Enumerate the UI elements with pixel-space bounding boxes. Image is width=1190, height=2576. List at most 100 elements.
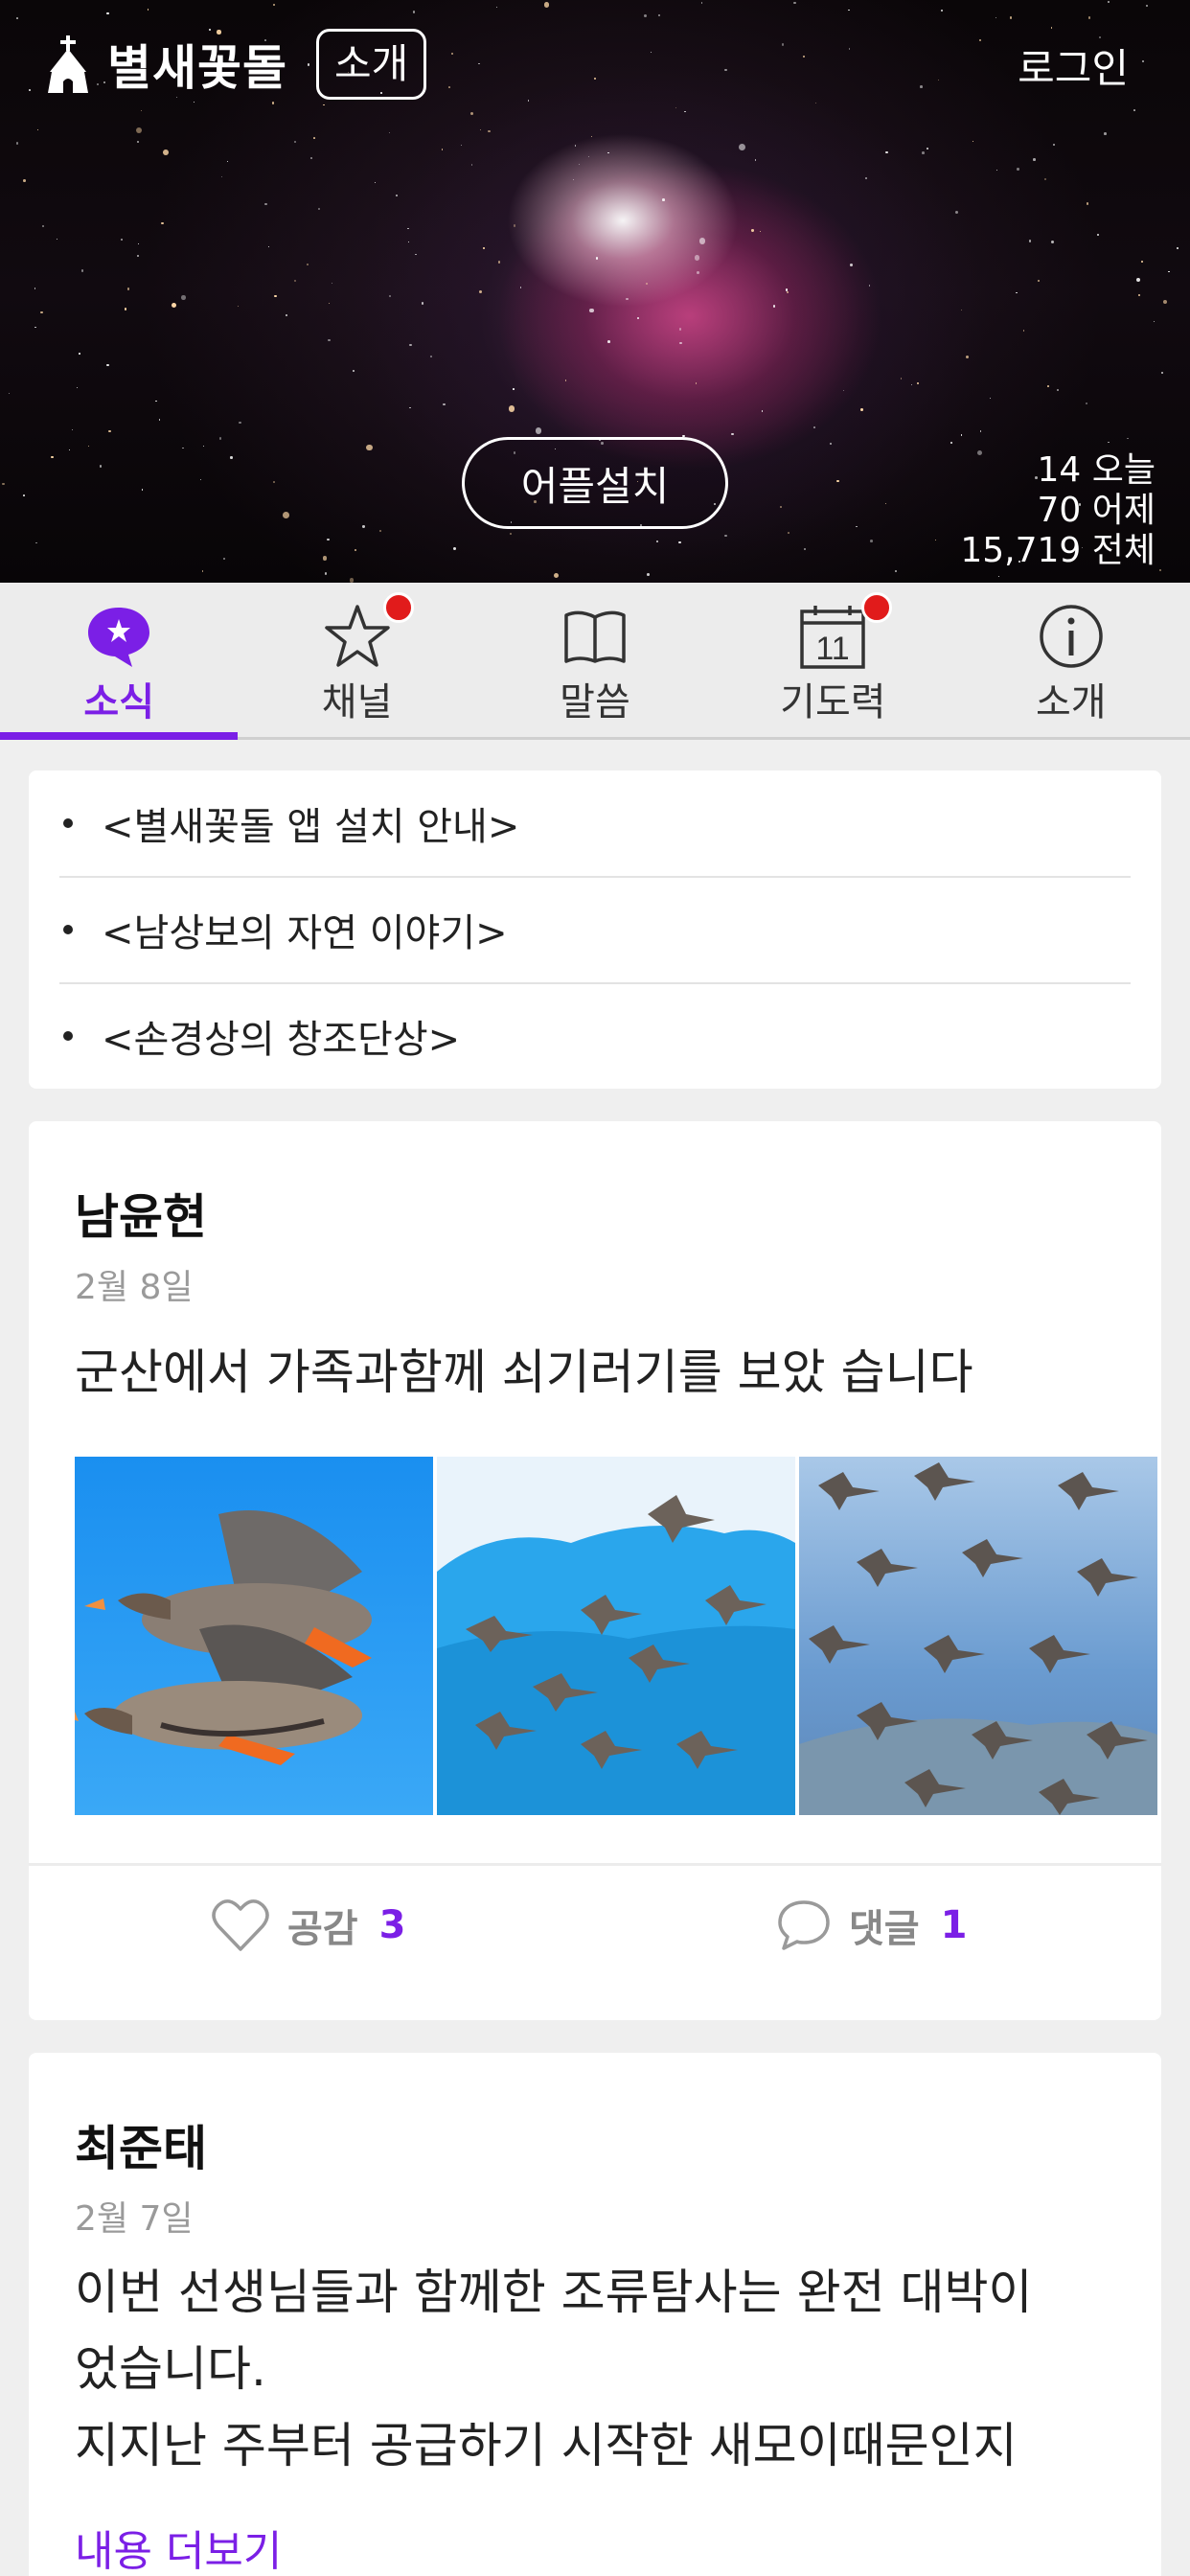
- star-dot: [508, 405, 515, 412]
- star-dot: [309, 156, 312, 159]
- star-dot: [697, 271, 700, 275]
- tab-bar: 소식 채널 말씀 11 기도력 소개: [0, 583, 1190, 740]
- post-text: 군산에서 가족과함께 쇠기러기를 보았 습니다: [75, 1345, 973, 1400]
- star-dot: [36, 128, 38, 130]
- comment-count: 1: [940, 1903, 968, 1947]
- tab-about[interactable]: 소개: [952, 583, 1190, 737]
- star-dot: [497, 261, 501, 264]
- star-dot: [513, 224, 516, 228]
- star-dot: [273, 4, 276, 7]
- star-dot: [927, 148, 928, 150]
- star-dot: [1033, 158, 1036, 162]
- star-dot: [695, 255, 700, 261]
- tab-channel[interactable]: 채널: [238, 583, 475, 737]
- read-more-link[interactable]: 내용 더보기: [75, 2517, 282, 2576]
- star-dot: [99, 465, 103, 468]
- star-dot: [87, 445, 90, 447]
- star-dot: [16, 17, 19, 19]
- star-dot: [848, 48, 851, 50]
- star-dot: [787, 290, 789, 293]
- star-dot: [51, 455, 54, 458]
- star-dot: [1056, 388, 1059, 391]
- star-dot: [323, 104, 325, 106]
- star-dot: [267, 246, 270, 248]
- heart-icon: [212, 1899, 269, 1951]
- star-dot: [848, 9, 850, 12]
- star-dot: [22, 179, 26, 182]
- star-dot: [1176, 246, 1179, 250]
- star-dot: [1052, 143, 1055, 146]
- star-dot: [864, 177, 867, 180]
- star-dot: [519, 287, 522, 289]
- star-dot: [554, 573, 560, 579]
- star-dot: [1127, 437, 1129, 440]
- comment-button[interactable]: 댓글 1: [776, 1898, 967, 1953]
- star-dot: [937, 79, 940, 81]
- bullet: [63, 925, 73, 934]
- star-dot: [40, 310, 43, 313]
- star-dot: [407, 227, 409, 230]
- star-dot: [724, 68, 727, 72]
- star-dot: [15, 142, 19, 145]
- notice-item-nature-story[interactable]: <남상보의 자연 이야기>: [59, 877, 1131, 982]
- star-dot: [979, 39, 981, 41]
- star-dot: [448, 85, 451, 88]
- star-dot: [136, 127, 143, 133]
- star-dot: [317, 208, 320, 211]
- geese-flock-mountain-photo[interactable]: [437, 1457, 795, 1815]
- star-dot: [328, 338, 331, 341]
- hero-banner: 별새꽃돌 소개 로그인 어플설치 14 오늘 70 어제 15,719 전체: [0, 0, 1190, 583]
- star-dot: [662, 198, 666, 201]
- star-dot: [895, 569, 898, 573]
- login-link[interactable]: 로그인: [1018, 36, 1129, 95]
- star-dot: [679, 341, 682, 345]
- brand[interactable]: 별새꽃돌 소개: [46, 29, 427, 100]
- star-dot: [637, 317, 640, 320]
- star-dot: [535, 427, 542, 434]
- post-author: 최준태: [75, 2121, 207, 2176]
- calendar-day-number: 11: [816, 631, 850, 667]
- star-dot: [1043, 178, 1046, 181]
- church-logo-icon: [48, 35, 88, 93]
- star-dot: [223, 557, 226, 561]
- post-card[interactable]: 최준태 2월 7일 이번 선생님들과 함께한 조류탐사는 완전 대박이 었습니다…: [29, 2053, 1161, 2576]
- like-count: 3: [378, 1903, 406, 1947]
- star-dot: [1140, 260, 1143, 263]
- star-dot: [1087, 16, 1090, 19]
- tab-news[interactable]: 소식: [0, 583, 238, 740]
- star-dot: [780, 505, 782, 508]
- star-dot: [1161, 372, 1163, 374]
- geese-flock-sky-photo[interactable]: [799, 1457, 1157, 1815]
- star-dot: [409, 407, 411, 409]
- star-dot: [1047, 385, 1049, 387]
- geese-closeup-photo[interactable]: [75, 1457, 433, 1815]
- star-dot: [293, 279, 297, 282]
- star-dot: [772, 305, 776, 308]
- star-dot: [960, 434, 963, 436]
- star-dot: [920, 85, 923, 88]
- star-dot: [1141, 60, 1144, 63]
- star-dot: [378, 530, 381, 533]
- star-dot: [1085, 402, 1088, 405]
- tab-about-label: 소개: [1035, 680, 1107, 724]
- notice-item-creation-thoughts[interactable]: <손경상의 창조단상>: [59, 983, 1131, 1089]
- comment-label: 댓글: [849, 1907, 920, 1951]
- star-dot: [450, 52, 453, 55]
- tab-word[interactable]: 말씀: [476, 583, 714, 737]
- intro-button[interactable]: 소개: [316, 29, 427, 100]
- like-button[interactable]: 공감 3: [211, 1898, 405, 1953]
- star-dot: [362, 525, 365, 528]
- star-dot: [868, 285, 871, 287]
- star-dot: [471, 164, 473, 166]
- notice-item-app-install[interactable]: <별새꽃돌 앱 설치 안내>: [59, 770, 1131, 876]
- post-card[interactable]: 남윤현 2월 8일 군산에서 가족과함께 쇠기러기를 보았 습니다 공감 3 댓…: [29, 1121, 1161, 2020]
- star-dot: [430, 356, 432, 358]
- star-dot: [754, 159, 756, 161]
- star-dot: [1016, 292, 1018, 294]
- star-dot: [761, 409, 764, 412]
- tab-devotional[interactable]: 11 기도력: [714, 583, 951, 737]
- app-install-button[interactable]: 어플설치: [462, 437, 728, 529]
- star-dot: [696, 382, 698, 384]
- book-icon: [564, 610, 626, 663]
- post-date: 2월 7일: [75, 2199, 194, 2239]
